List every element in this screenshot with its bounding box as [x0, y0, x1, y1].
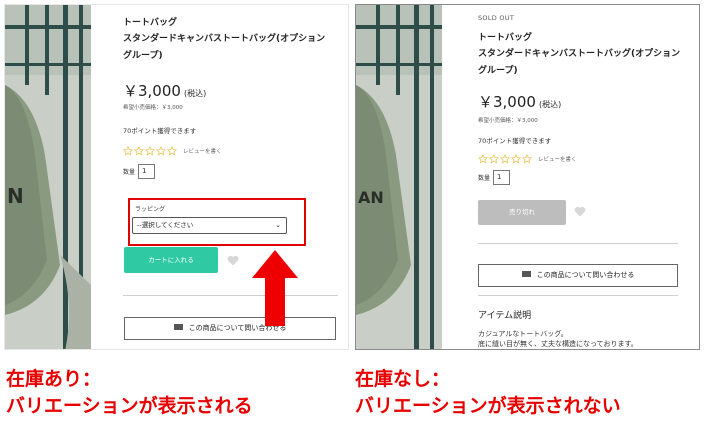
- star-outline-icon[interactable]: [156, 146, 166, 156]
- mail-icon: [173, 324, 183, 330]
- rating-stars[interactable]: レビューを書く: [478, 154, 577, 164]
- review-link[interactable]: レビューを書く: [538, 155, 577, 163]
- price-value: ￥3,000: [123, 82, 181, 100]
- sold-out-label: SOLD OUT: [478, 14, 515, 22]
- caption-line: バリエーションが表示されない: [355, 395, 621, 417]
- caption-line: 在庫あり：: [6, 368, 102, 390]
- caption-line: バリエーションが表示される: [6, 395, 253, 417]
- product-info: SOLD OUT トートバッグ スタンダードキャンバストートバッグ(オプショング…: [478, 5, 693, 349]
- heart-icon[interactable]: [227, 255, 239, 266]
- inquiry-label: この商品について問い合わせる: [536, 271, 635, 279]
- item-description-line: カジュアルなトートバッグ。: [478, 330, 568, 338]
- product-photo: AN: [356, 5, 442, 349]
- star-outline-icon[interactable]: [500, 154, 510, 164]
- svg-text:AN: AN: [358, 188, 384, 207]
- points-label: 70ポイント獲得できます: [123, 127, 197, 135]
- product-panel-in-stock: N トートバッグ スタンダードキャンバストートバッグ(オプショングループ) ￥3…: [4, 4, 349, 350]
- heart-icon[interactable]: [574, 206, 586, 217]
- price: ￥3,000 (税込): [478, 91, 561, 112]
- item-description: カジュアルなトートバッグ。 底に縫い目が無く、丈夫な構造になっております。: [478, 329, 678, 349]
- caption-line: 在庫なし：: [355, 368, 451, 390]
- star-outline-icon: [123, 146, 178, 156]
- star-outline-icon[interactable]: [145, 146, 155, 156]
- msrp-label: 希望小売価格：￥3,000: [123, 105, 183, 111]
- rating-stars[interactable]: レビューを書く: [123, 146, 222, 156]
- star-outline-icon[interactable]: [489, 154, 499, 164]
- chevron-down-icon: ⌄: [275, 221, 281, 229]
- select-value: --選択してください: [137, 221, 194, 229]
- product-panel-sold-out: AN SOLD OUT トートバッグ スタンダードキャンバストートバッグ(オプシ…: [355, 4, 700, 350]
- sold-out-button: 売り切れ: [478, 200, 566, 225]
- caption-sold-out: 在庫なし： バリエーションが表示されない: [355, 366, 621, 420]
- price: ￥3,000 (税込): [123, 80, 206, 101]
- item-description-line: 底に縫い目が無く、丈夫な構造になっております。: [478, 340, 638, 348]
- star-outline-icon[interactable]: [123, 146, 133, 156]
- arrow-up-icon: [252, 250, 298, 326]
- divider: [478, 295, 678, 296]
- product-name: スタンダードキャンバストートバッグ(オプショングループ): [123, 34, 326, 61]
- star-outline-icon[interactable]: [478, 154, 488, 164]
- divider: [123, 295, 338, 296]
- mail-icon: [521, 271, 531, 277]
- tax-note: (税込): [183, 89, 207, 98]
- divider: [478, 243, 678, 244]
- category-label: トートバッグ: [123, 18, 178, 28]
- quantity-group: 数量 1: [123, 164, 156, 179]
- star-outline-icon[interactable]: [522, 154, 532, 164]
- caption-in-stock: 在庫あり： バリエーションが表示される: [6, 366, 253, 420]
- price-value: ￥3,000: [478, 93, 536, 111]
- msrp-label: 希望小売価格：￥3,000: [478, 118, 538, 124]
- add-to-cart-button[interactable]: カートに入れる: [124, 247, 218, 273]
- product-info: トートバッグ スタンダードキャンバストートバッグ(オプショングループ) ￥3,0…: [123, 5, 342, 349]
- inquiry-button[interactable]: この商品について問い合わせる: [478, 264, 678, 287]
- star-outline-icon[interactable]: [167, 146, 177, 156]
- quantity-label: 数量: [478, 175, 491, 182]
- variation-select[interactable]: --選択してください ⌄: [132, 217, 287, 234]
- item-description-title: アイテム説明: [478, 311, 532, 321]
- variation-highlight: ラッピング --選択してください ⌄: [128, 198, 306, 246]
- svg-text:N: N: [7, 184, 24, 208]
- category-label: トートバッグ: [478, 33, 533, 43]
- star-outline-icon[interactable]: [134, 146, 144, 156]
- tax-note: (税込): [538, 100, 562, 109]
- quantity-group: 数量 1: [478, 170, 511, 185]
- star-outline-icon[interactable]: [511, 154, 521, 164]
- quantity-input[interactable]: 1: [493, 170, 511, 185]
- product-photo: N: [5, 5, 91, 349]
- star-outline-icon: [478, 154, 533, 164]
- review-link[interactable]: レビューを書く: [183, 147, 222, 155]
- inquiry-button[interactable]: この商品について問い合わせる: [124, 317, 336, 340]
- quantity-input[interactable]: 1: [138, 164, 156, 179]
- product-name: スタンダードキャンバストートバッグ(オプショングループ): [478, 49, 681, 76]
- quantity-label: 数量: [123, 169, 136, 176]
- variation-label: ラッピング: [135, 206, 166, 213]
- points-label: 70ポイント獲得できます: [478, 137, 552, 145]
